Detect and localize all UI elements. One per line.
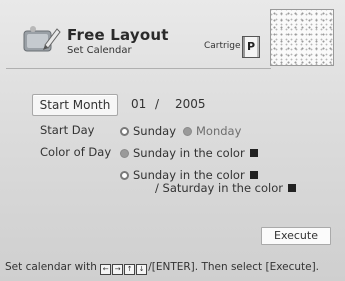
cartridge-icon: P [242,36,260,58]
start-month-button[interactable]: Start Month [32,94,118,116]
color-option-sunday[interactable]: Sunday in the color [120,146,258,160]
option-label: Sunday in the color [133,168,245,182]
start-day-option-monday[interactable]: Monday [183,124,241,138]
radio-selected-icon [120,126,129,136]
color-swatch[interactable] [249,171,258,179]
color-swatch[interactable] [249,149,258,157]
screen-title: Free Layout [67,26,169,44]
start-month-value[interactable]: 01 [131,97,146,111]
start-year-value[interactable]: 2005 [175,97,206,111]
header: Free Layout Set Calendar Cartrige P [0,0,345,72]
option-label: Monday [196,124,242,138]
option-label-line2: / Saturday in the color [155,181,283,195]
header-divider [6,68,271,69]
screen-subtitle: Set Calendar [67,45,132,56]
radio-selected-icon [120,170,129,180]
date-separator: / [155,97,160,111]
help-prefix: Set calendar with [5,261,97,273]
down-arrow-key-icon: ↓ [136,264,148,275]
radio-unselected-icon [120,148,129,158]
option-label: Sunday in the color [133,146,245,160]
cartridge-label: Cartrige [204,41,241,51]
execute-button[interactable]: Execute [261,227,331,245]
color-option-saturday-line[interactable]: / Saturday in the color [155,181,296,195]
color-of-day-label: Color of Day [40,145,112,159]
color-option-sunday-saturday[interactable]: Sunday in the color [120,168,258,182]
start-day-option-sunday[interactable]: Sunday [120,124,176,138]
help-suffix: /[ENTER]. Then select [Execute]. [148,261,320,273]
layout-preview-thumbnail [270,9,334,66]
start-day-label: Start Day [40,123,95,137]
up-arrow-key-icon: ↑ [124,264,136,275]
help-text: Set calendar with ← → ↑ ↓/[ENTER]. Then sel… [5,261,345,275]
free-layout-app-icon [23,26,61,52]
option-label: Sunday [133,124,177,138]
right-arrow-key-icon: → [112,264,124,275]
radio-unselected-icon [183,126,192,136]
left-arrow-key-icon: ← [100,264,112,275]
color-swatch[interactable] [288,184,296,192]
